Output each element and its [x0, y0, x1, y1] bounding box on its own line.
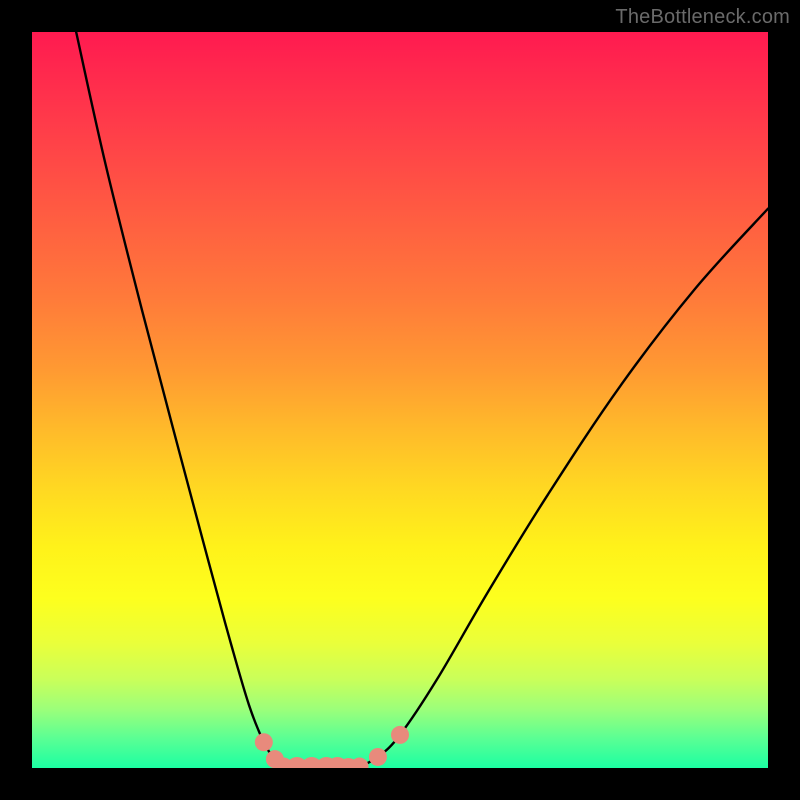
chart-frame: TheBottleneck.com: [0, 0, 800, 800]
bottleneck-curve: [76, 32, 768, 768]
curve-marker: [351, 758, 369, 768]
curve-markers: [255, 726, 409, 768]
curve-marker: [369, 748, 387, 766]
watermark-text: TheBottleneck.com: [615, 6, 790, 29]
curve-layer: [32, 32, 768, 768]
plot-area: [32, 32, 768, 768]
curve-marker: [391, 726, 409, 744]
curve-marker: [255, 733, 273, 751]
